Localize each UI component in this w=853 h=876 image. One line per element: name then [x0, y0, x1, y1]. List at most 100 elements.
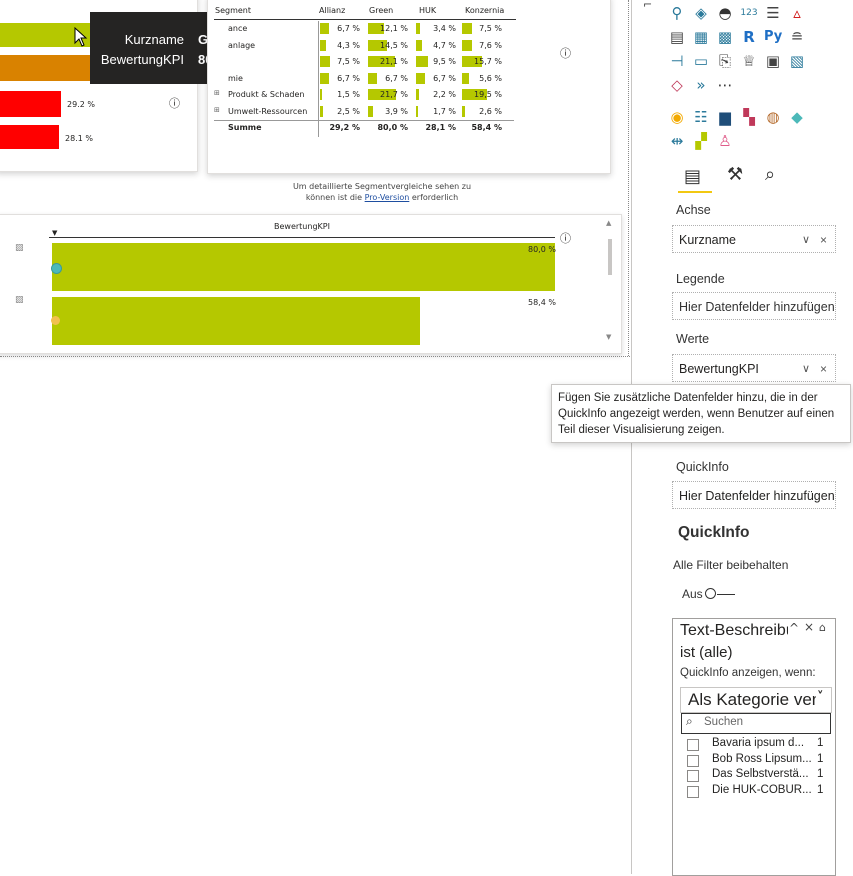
custom-visual-icon[interactable]: ▧	[788, 52, 806, 70]
filter-item-checkbox[interactable]	[687, 754, 699, 767]
matrix-value-cell: 6,7 %	[433, 73, 456, 83]
slicer-icon[interactable]: ▤	[668, 28, 686, 46]
search-placeholder: Suchen	[704, 716, 744, 728]
total-separator	[214, 120, 514, 121]
segment-matrix-table: Segment Allianz Green HUK Konzernia	[214, 3, 516, 20]
radial-icon[interactable]: ◍	[764, 108, 782, 126]
scroll-up-icon[interactable]: ▲	[606, 219, 611, 227]
note-line-1: Um detaillierte Segmentvergleiche sehen …	[292, 182, 472, 191]
mouse-cursor-icon	[74, 27, 88, 47]
bullet-list-icon[interactable]: ☷	[692, 108, 710, 126]
scroll-thumb[interactable]	[608, 239, 612, 275]
analytics-tab-icon[interactable]: ⌕	[765, 164, 775, 185]
matrix-header-segment[interactable]: Segment	[214, 3, 318, 19]
pane-collapse-icon[interactable]: ⌐	[643, 0, 652, 11]
report-icon[interactable]: ▣	[764, 52, 782, 70]
matrix-header-allianz[interactable]: Allianz	[318, 3, 368, 19]
filter-type-dropdown[interactable]: Als Kategorie ven ˅	[680, 687, 832, 713]
matrix-total-row[interactable]: Summe 29,2 % 80,0 % 28,1 % 58,4 %	[214, 120, 514, 136]
pro-version-link[interactable]: Pro-Version	[365, 193, 410, 202]
matrix-header-konzernia[interactable]: Konzernia	[464, 3, 516, 19]
play-axis-icon[interactable]: ◉	[668, 108, 686, 126]
matrix-value-cell: 58,4 %	[471, 123, 502, 132]
segment-matrix-visual[interactable]: Segment Allianz Green HUK Konzernia ance…	[207, 0, 611, 174]
globe-icon[interactable]: ◆	[788, 108, 806, 126]
matrix-row[interactable]: ⊞ Umwelt-Ressourcen 2,5 % 3,9 % 1,7 % 2,6 %	[214, 104, 514, 120]
more-visuals-icon[interactable]: ⋯	[716, 76, 734, 94]
keep-filters-toggle[interactable]	[705, 588, 737, 600]
expand-icon[interactable]: ⊞	[214, 89, 220, 97]
r-visual-icon[interactable]: R	[740, 28, 758, 46]
matrix-value-cell: 12,1 %	[380, 24, 408, 33]
filter-list-item[interactable]: Das Selbstverstä... 1	[687, 768, 833, 783]
filter-item-checkbox[interactable]	[687, 785, 699, 798]
map-icon[interactable]: ◈	[692, 4, 710, 22]
matrix-header-green[interactable]: Green	[368, 3, 418, 19]
filter-item-checkbox[interactable]	[687, 739, 699, 751]
matrix-row[interactable]: anlage 4,3 % 14,5 % 4,7 % 7,6 %	[214, 38, 514, 54]
matrix-row[interactable]: 7,5 % 21,1 % 9,5 % 15,7 %	[214, 54, 514, 70]
filter-list-item[interactable]: Bavaria ipsum d... 1	[687, 737, 833, 752]
matrix-icon[interactable]: ▩	[716, 28, 734, 46]
bar-variant-icon[interactable]: ▆	[716, 108, 734, 126]
kpi-bar-konzernia[interactable]	[52, 297, 420, 345]
quickinfo-heading[interactable]: QuickInfo	[678, 524, 749, 542]
kpi-bar-green[interactable]	[52, 243, 555, 291]
werte-remove-icon[interactable]: ×	[820, 355, 827, 383]
word-cloud-icon[interactable]: ▞	[692, 132, 710, 150]
filter-list-item[interactable]: Bob Ross Lipsum... 1	[687, 753, 833, 768]
werte-well[interactable]: BewertungKPI ∨ ×	[672, 354, 836, 382]
filter-item-checkbox[interactable]	[687, 770, 699, 782]
achse-chevron-icon[interactable]: ∨	[802, 226, 810, 254]
scroll-down-icon[interactable]: ▼	[606, 333, 611, 341]
filter-clear-icon[interactable]: ×	[804, 620, 814, 634]
person-icon[interactable]: ♙	[716, 132, 734, 150]
matrix-row[interactable]: mie 6,7 % 6,7 % 6,7 % 5,6 %	[214, 71, 514, 87]
matrix-row[interactable]: ance 6,7 % 12,1 % 3,4 % 7,5 %	[214, 21, 514, 37]
python-visual-icon[interactable]: Py	[764, 28, 782, 46]
bar-red-2[interactable]	[0, 125, 59, 149]
toggle-knob	[705, 588, 716, 599]
filter-lock-icon[interactable]: ⌂	[819, 621, 826, 634]
multi-row-card-icon[interactable]: ☰	[764, 4, 782, 22]
werte-chevron-icon[interactable]: ∨	[802, 355, 810, 383]
tiles-icon[interactable]: ▚	[740, 108, 758, 126]
key-influencers-icon[interactable]: ⚲	[668, 4, 686, 22]
smart-narrative-icon[interactable]: ≘	[788, 28, 806, 46]
column-header-bewertungkpi[interactable]: BewertungKPI	[274, 222, 330, 231]
qa-icon[interactable]: ▭	[692, 52, 710, 70]
tooltip-filter-card[interactable]: Text-Beschreibu ^ × ⌂ ist (alle) QuickIn…	[672, 618, 836, 876]
matrix-row[interactable]: ⊞ Produkt & Schaden 1,5 % 21,7 % 2,2 % 19,5 %	[214, 87, 514, 103]
quickinfo-well[interactable]: Hier Datenfelder hinzufügen	[672, 481, 836, 509]
bar-red-1[interactable]	[0, 91, 61, 117]
info-icon[interactable]: ⓘ	[169, 95, 180, 111]
matrix-info-icon[interactable]: ⓘ	[560, 45, 571, 61]
legende-well[interactable]: Hier Datenfelder hinzufügen	[672, 292, 836, 320]
format-tab-icon[interactable]: ⚒	[727, 164, 743, 185]
expand-icon[interactable]: ⊞	[214, 106, 220, 114]
sort-arrow-icon[interactable]: ▼	[52, 229, 57, 237]
decomposition-tree-icon[interactable]: ⊣	[668, 52, 686, 70]
kpi-icon[interactable]: ▵	[788, 4, 806, 22]
filter-item-label: Das Selbstverstä...	[712, 768, 809, 780]
visual-info-icon[interactable]: ⓘ	[560, 230, 571, 246]
shape-map-icon[interactable]: ◇	[668, 76, 686, 94]
achse-remove-icon[interactable]: ×	[820, 226, 827, 254]
kpi-bar-chart-visual[interactable]: BewertungKPI ▼ ⓘ ▨ ▨ 80,0 % 58,4 % ▲ ▼	[0, 214, 622, 354]
vertical-scrollbar[interactable]: ▲ ▼	[605, 219, 615, 345]
trophy-icon[interactable]: ♕	[740, 52, 758, 70]
tornado-icon[interactable]: ⇹	[668, 132, 686, 150]
matrix-header-huk[interactable]: HUK	[418, 3, 464, 19]
filter-collapse-icon[interactable]: ^	[789, 621, 799, 635]
paginated-report-icon[interactable]: ⎘	[716, 52, 734, 70]
dropdown-chevron-icon[interactable]: ˅	[817, 690, 824, 705]
filter-search-box[interactable]: ⌕ Suchen	[681, 713, 831, 734]
fields-tab-icon[interactable]: ▤	[684, 166, 701, 187]
matrix-value-cell: 80,0 %	[377, 123, 408, 132]
gauge-icon[interactable]: ◓	[716, 4, 734, 22]
filter-list-item[interactable]: Die HUK-COBUR... 1	[687, 784, 833, 799]
achse-well[interactable]: Kurzname ∨ ×	[672, 225, 836, 253]
chevron-icon[interactable]: »	[692, 76, 710, 94]
card-icon[interactable]: 123	[740, 4, 758, 22]
table-icon[interactable]: ▦	[692, 28, 710, 46]
